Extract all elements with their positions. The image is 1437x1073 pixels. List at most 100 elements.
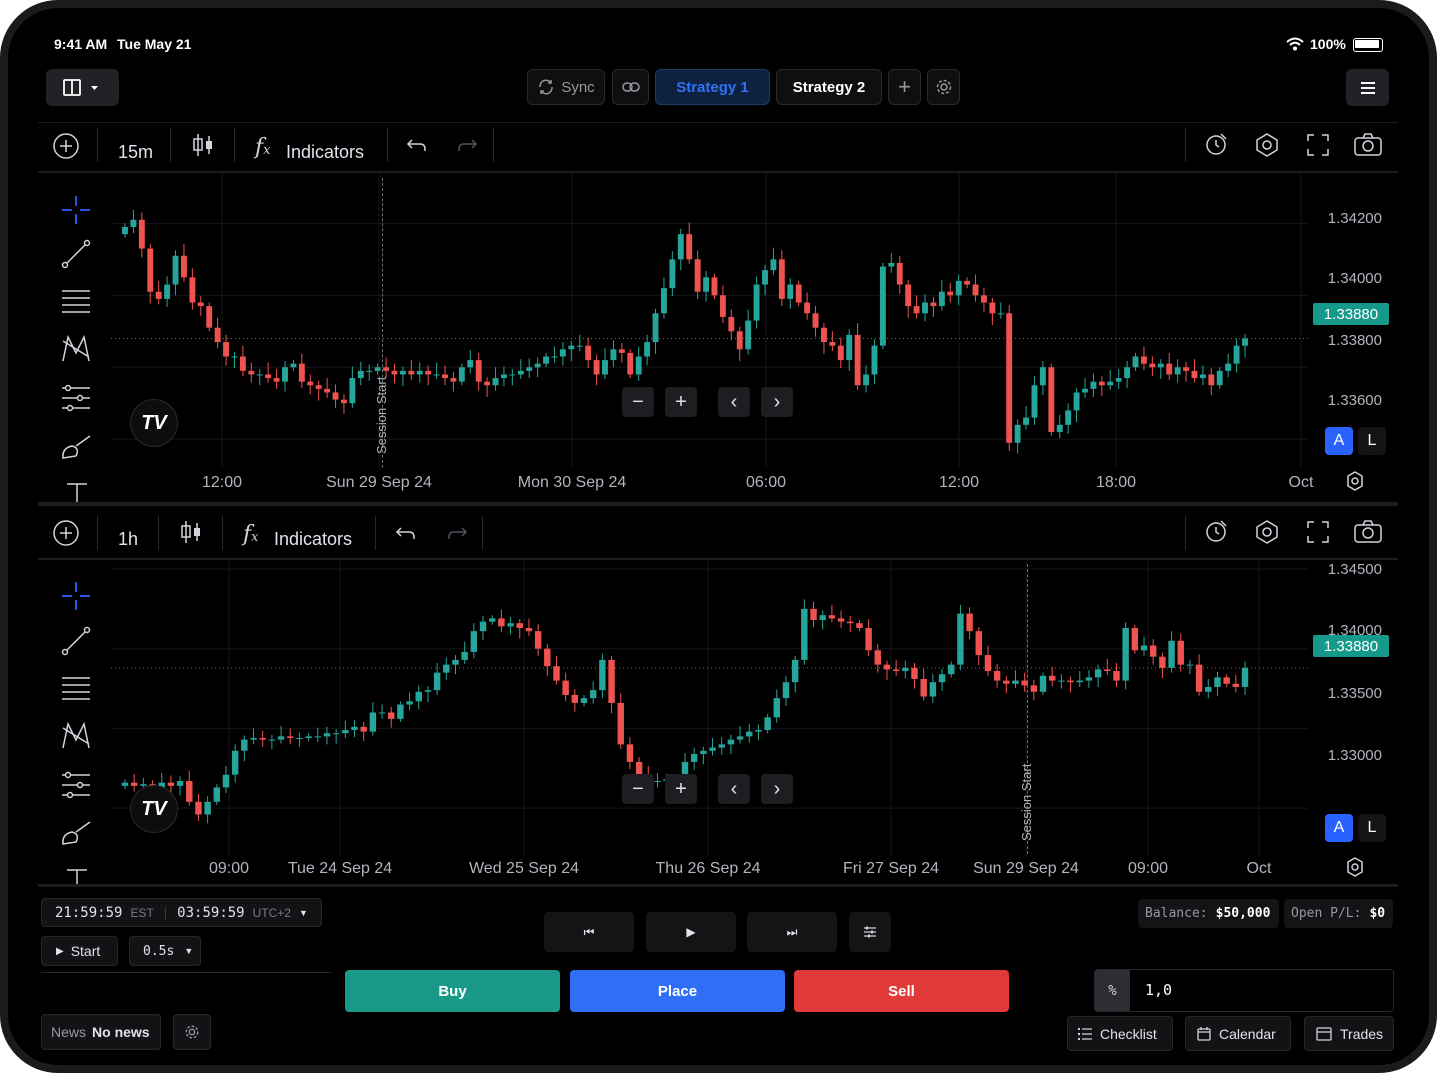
auto-scale-button[interactable]: A: [1325, 814, 1353, 842]
panel-divider: [38, 884, 1398, 887]
brush-icon[interactable]: [60, 432, 94, 462]
add-symbol-icon[interactable]: [52, 132, 80, 160]
camera-icon[interactable]: [1353, 132, 1383, 158]
candle-body: [1132, 356, 1139, 368]
fullscreen-icon[interactable]: [1305, 519, 1331, 545]
price-label: 1.33500: [1327, 685, 1382, 702]
object-tree-icon[interactable]: [1254, 519, 1280, 545]
candle-body: [1205, 686, 1212, 692]
undo-icon[interactable]: [406, 136, 428, 154]
time-axis-bottom[interactable]: 09:00 Tue 24 Sep 24 Wed 25 Sep 24 Thu 26…: [111, 854, 1308, 888]
buy-button[interactable]: Buy: [345, 970, 560, 1012]
start-label: Start: [70, 943, 101, 959]
clock-display[interactable]: 21:59:59 EST | 03:59:59 UTC+2 ▼: [41, 898, 322, 927]
speed-select[interactable]: 0.5s ▼: [129, 936, 201, 966]
indicators-button[interactable]: Indicators: [286, 142, 364, 163]
candle-body: [828, 615, 836, 619]
candle-body: [1124, 367, 1131, 379]
candle-body: [610, 349, 617, 361]
indicators-button[interactable]: Indicators: [274, 529, 352, 550]
place-button[interactable]: Place: [570, 970, 785, 1012]
scroll-right-button[interactable]: ›: [761, 387, 793, 417]
candle-body: [1039, 367, 1046, 386]
pane-divider[interactable]: [38, 502, 1398, 506]
camera-icon[interactable]: [1353, 519, 1383, 545]
replay-settings-button[interactable]: [849, 912, 891, 952]
checklist-button[interactable]: Checklist: [1067, 1016, 1173, 1051]
trendline-icon[interactable]: [60, 238, 92, 270]
auto-scale-button[interactable]: A: [1325, 427, 1353, 455]
candle-body: [871, 345, 878, 375]
undo-icon[interactable]: [395, 524, 417, 542]
forecast-icon[interactable]: [60, 769, 92, 801]
replay-start-button[interactable]: ▶ Start: [41, 936, 118, 966]
candle-body: [307, 381, 314, 386]
timeframe-15m[interactable]: 15m: [118, 142, 153, 163]
calendar-button[interactable]: Calendar: [1185, 1016, 1291, 1051]
zoom-out-button[interactable]: −: [622, 774, 654, 804]
log-scale-button[interactable]: L: [1358, 814, 1386, 842]
candle-body: [1166, 363, 1173, 375]
chart-settings-icon[interactable]: [1344, 470, 1366, 492]
news-settings-button[interactable]: [173, 1014, 211, 1050]
step-forward-button[interactable]: ⏭: [747, 912, 837, 952]
tab-strategy-1[interactable]: Strategy 1: [655, 69, 770, 105]
scroll-left-button[interactable]: ‹: [718, 774, 750, 804]
object-tree-icon[interactable]: [1254, 132, 1280, 158]
price-axis-bottom[interactable]: 1.34500 1.34000 1.33500 1.33000: [1308, 561, 1398, 856]
crosshair-icon[interactable]: [58, 578, 94, 614]
candle-body: [121, 782, 129, 786]
fib-icon[interactable]: [60, 674, 92, 704]
alert-icon[interactable]: [1204, 132, 1230, 158]
zoom-out-button[interactable]: −: [622, 387, 654, 417]
news-display[interactable]: News No news: [41, 1014, 161, 1050]
zoom-in-button[interactable]: +: [665, 774, 697, 804]
time-axis-top[interactable]: 12:00 Sun 29 Sep 24 Mon 30 Sep 24 06:00 …: [111, 468, 1313, 502]
trendline-icon[interactable]: [60, 625, 92, 657]
scroll-right-button[interactable]: ›: [761, 774, 793, 804]
forecast-icon[interactable]: [60, 382, 92, 414]
add-symbol-icon[interactable]: [52, 519, 80, 547]
pattern-icon[interactable]: [60, 720, 92, 752]
candle-body: [837, 345, 844, 361]
text-tool-icon[interactable]: [63, 480, 91, 502]
open-pl-display: Open P/L: $0: [1284, 899, 1393, 928]
chevron-down-icon: ▼: [298, 907, 308, 918]
fib-icon[interactable]: [60, 287, 92, 317]
text-tool-icon[interactable]: [63, 866, 91, 886]
layout-button[interactable]: [46, 69, 119, 106]
add-strategy-button[interactable]: +: [888, 69, 921, 105]
link-button[interactable]: [612, 69, 649, 105]
pattern-icon[interactable]: [60, 333, 92, 365]
news-value: No news: [92, 1024, 150, 1040]
fullscreen-icon[interactable]: [1305, 132, 1331, 158]
alert-icon[interactable]: [1204, 519, 1230, 545]
candle-body: [1003, 680, 1010, 684]
tablet-frame: 9:41 AM Tue May 21 100% Sync Strategy 1 …: [0, 0, 1437, 1073]
candle-type-icon[interactable]: [191, 132, 215, 158]
step-back-button[interactable]: ⏮: [544, 912, 634, 952]
tab-strategy-2[interactable]: Strategy 2: [776, 69, 882, 105]
chart-15m-plot[interactable]: [111, 173, 1308, 468]
menu-button[interactable]: [1346, 69, 1389, 106]
scroll-left-button[interactable]: ‹: [718, 387, 750, 417]
log-scale-button[interactable]: L: [1358, 427, 1386, 455]
candle-body: [479, 621, 487, 632]
settings-button[interactable]: [927, 69, 960, 105]
redo-icon[interactable]: [446, 524, 468, 542]
sell-button[interactable]: Sell: [794, 970, 1009, 1012]
wifi-icon: [1286, 37, 1304, 51]
trades-button[interactable]: Trades: [1304, 1016, 1394, 1051]
redo-icon[interactable]: [456, 136, 478, 154]
chart-1h-plot[interactable]: [111, 561, 1308, 856]
quantity-mode-button[interactable]: %: [1095, 970, 1130, 1011]
play-button[interactable]: ▶: [646, 912, 736, 952]
chart-settings-icon[interactable]: [1344, 856, 1366, 878]
zoom-in-button[interactable]: +: [665, 387, 697, 417]
crosshair-icon[interactable]: [58, 192, 94, 228]
timeframe-1h[interactable]: 1h: [118, 529, 138, 550]
quantity-input[interactable]: 1,0: [1145, 981, 1172, 999]
candle-type-icon[interactable]: [179, 519, 203, 545]
brush-icon[interactable]: [60, 818, 94, 848]
sync-button[interactable]: Sync: [527, 69, 605, 105]
